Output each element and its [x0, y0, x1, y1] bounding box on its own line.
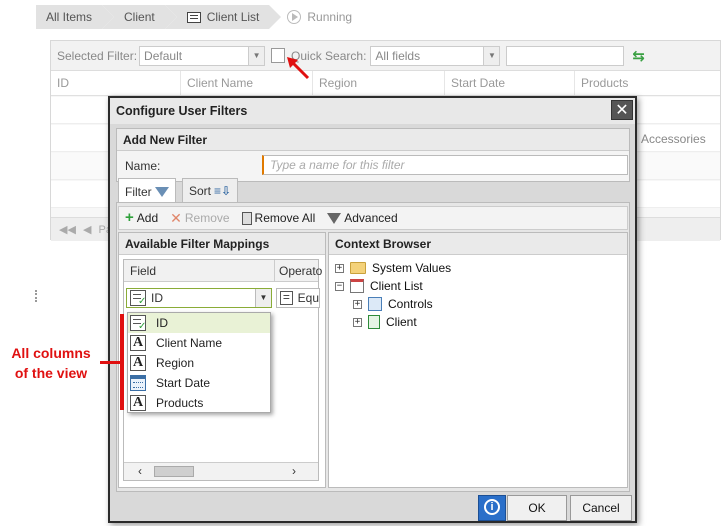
expand-icon[interactable]: +	[353, 299, 362, 309]
list-item[interactable]: Start Date	[128, 373, 270, 393]
configure-user-filters-dialog: Configure User Filters ✕ Add New Filter …	[108, 96, 637, 523]
annotation-text: All columns of the view	[11, 345, 91, 381]
id-icon: ✓	[130, 290, 146, 307]
context-browser-heading: Context Browser	[329, 233, 627, 255]
text-icon: A	[130, 355, 146, 371]
quick-search-dropdown[interactable]: All fields ▼	[370, 45, 501, 66]
chevron-down-icon: ▼	[483, 46, 500, 65]
add-button[interactable]: + Add	[125, 209, 158, 226]
breadcrumb-client[interactable]: Client	[102, 5, 177, 29]
tree-node-controls[interactable]: + Controls	[353, 295, 433, 313]
first-page-icon[interactable]: ◀◀	[59, 224, 76, 236]
info-icon: i	[484, 499, 500, 515]
field-options-list: ✓ ID A Client Name A Region Start Date A…	[127, 312, 271, 413]
controls-icon	[368, 297, 382, 311]
quick-search-input[interactable]	[506, 45, 625, 66]
prev-page-icon[interactable]: ◀	[83, 224, 91, 236]
field-select[interactable]: ✓ ID ▼	[126, 288, 272, 308]
text-icon: A	[130, 395, 146, 411]
scroll-thumb[interactable]	[154, 466, 194, 477]
trash-icon	[241, 211, 252, 225]
filter-mappings-heading: Available Filter Mappings	[119, 233, 325, 255]
chevron-down-icon[interactable]: ▼	[255, 289, 271, 307]
selected-filter-dropdown[interactable]: Default ▼	[139, 45, 266, 66]
breadcrumb-client-list[interactable]: Client List	[164, 5, 282, 29]
selected-filter-label: Selected Filter:	[57, 48, 138, 63]
list-item[interactable]: A Region	[128, 353, 270, 373]
table-cell: Accessories	[641, 132, 706, 146]
tree-node-system-values[interactable]: + System Values	[335, 259, 451, 277]
filter-name-input[interactable]: Type a name for this filter	[262, 155, 628, 175]
close-icon[interactable]: ✕	[611, 100, 633, 120]
column-header[interactable]: ID	[51, 71, 181, 95]
name-label: Name:	[125, 159, 161, 173]
breadcrumb: All Items Client Client List Running	[36, 5, 352, 29]
list-item[interactable]: ✓ ID	[128, 313, 270, 333]
chevron-down-icon: ▼	[248, 46, 265, 65]
date-icon	[130, 375, 146, 391]
tree-node-client-list[interactable]: − Client List	[335, 277, 423, 295]
resize-grip	[35, 290, 37, 302]
ok-button[interactable]: OK	[507, 495, 567, 521]
context-browser-panel: Context Browser + System Values − Client…	[328, 232, 628, 488]
mappings-grid-header: Field Operato	[124, 260, 322, 282]
view-toolbar: Selected Filter: Default ▼ Quick Search:…	[51, 41, 720, 71]
sort-icon: ≡⇩	[214, 183, 232, 198]
cancel-button[interactable]: Cancel	[570, 495, 632, 521]
smartobject-icon	[368, 315, 380, 329]
list-item[interactable]: A Client Name	[128, 333, 270, 353]
play-icon	[287, 10, 302, 24]
column-header[interactable]: Region	[313, 71, 445, 95]
horizontal-scrollbar[interactable]: ‹ ›	[124, 462, 318, 480]
arrow-annotation	[287, 57, 310, 80]
operator-select[interactable]: = Equ	[276, 288, 320, 308]
tab-sort[interactable]: Sort ≡⇩	[182, 178, 239, 202]
equals-icon: =	[280, 291, 293, 305]
column-header[interactable]: Start Date	[445, 71, 575, 95]
column-headers: ID Client Name Region Start Date Product…	[51, 71, 720, 96]
funnel-gear-icon	[327, 212, 342, 224]
plus-icon: +	[125, 209, 134, 226]
field-column-header[interactable]: Field	[130, 264, 156, 278]
filter-action-toolbar: + Add ✕ Remove Remove All Advanced	[118, 206, 628, 230]
text-icon: A	[130, 335, 146, 351]
search-filter-icon[interactable]	[271, 48, 286, 63]
list-item[interactable]: A Products	[128, 393, 270, 413]
operator-column-header[interactable]: Operato	[274, 260, 324, 282]
dialog-title: Configure User Filters	[110, 98, 635, 124]
list-icon	[350, 279, 364, 293]
collapse-icon[interactable]: −	[335, 281, 344, 291]
folder-icon	[350, 262, 366, 274]
advanced-button[interactable]: Advanced	[327, 211, 398, 225]
refresh-icon[interactable]: ⇆	[632, 47, 645, 65]
expand-icon[interactable]: +	[353, 317, 362, 327]
expand-icon[interactable]: +	[335, 263, 344, 273]
tab-filter[interactable]: Filter	[118, 178, 176, 204]
annotation-connector	[100, 361, 120, 364]
scroll-right-icon[interactable]: ›	[292, 464, 296, 478]
scroll-left-icon[interactable]: ‹	[138, 464, 142, 478]
breadcrumb-all-items[interactable]: All Items	[36, 5, 115, 29]
funnel-icon	[154, 186, 169, 197]
add-new-filter-heading: Add New Filter	[117, 129, 629, 151]
tree-node-client[interactable]: + Client	[353, 313, 417, 331]
remove-button[interactable]: ✕ Remove	[170, 210, 229, 227]
info-button[interactable]: i	[478, 495, 506, 521]
list-icon	[186, 11, 201, 23]
breadcrumb-running: Running	[281, 5, 352, 29]
annotation-bracket	[120, 314, 124, 410]
column-header[interactable]: Products	[575, 71, 720, 95]
x-icon: ✕	[170, 209, 182, 226]
id-icon: ✓	[130, 315, 146, 332]
remove-all-button[interactable]: Remove All	[241, 211, 315, 225]
